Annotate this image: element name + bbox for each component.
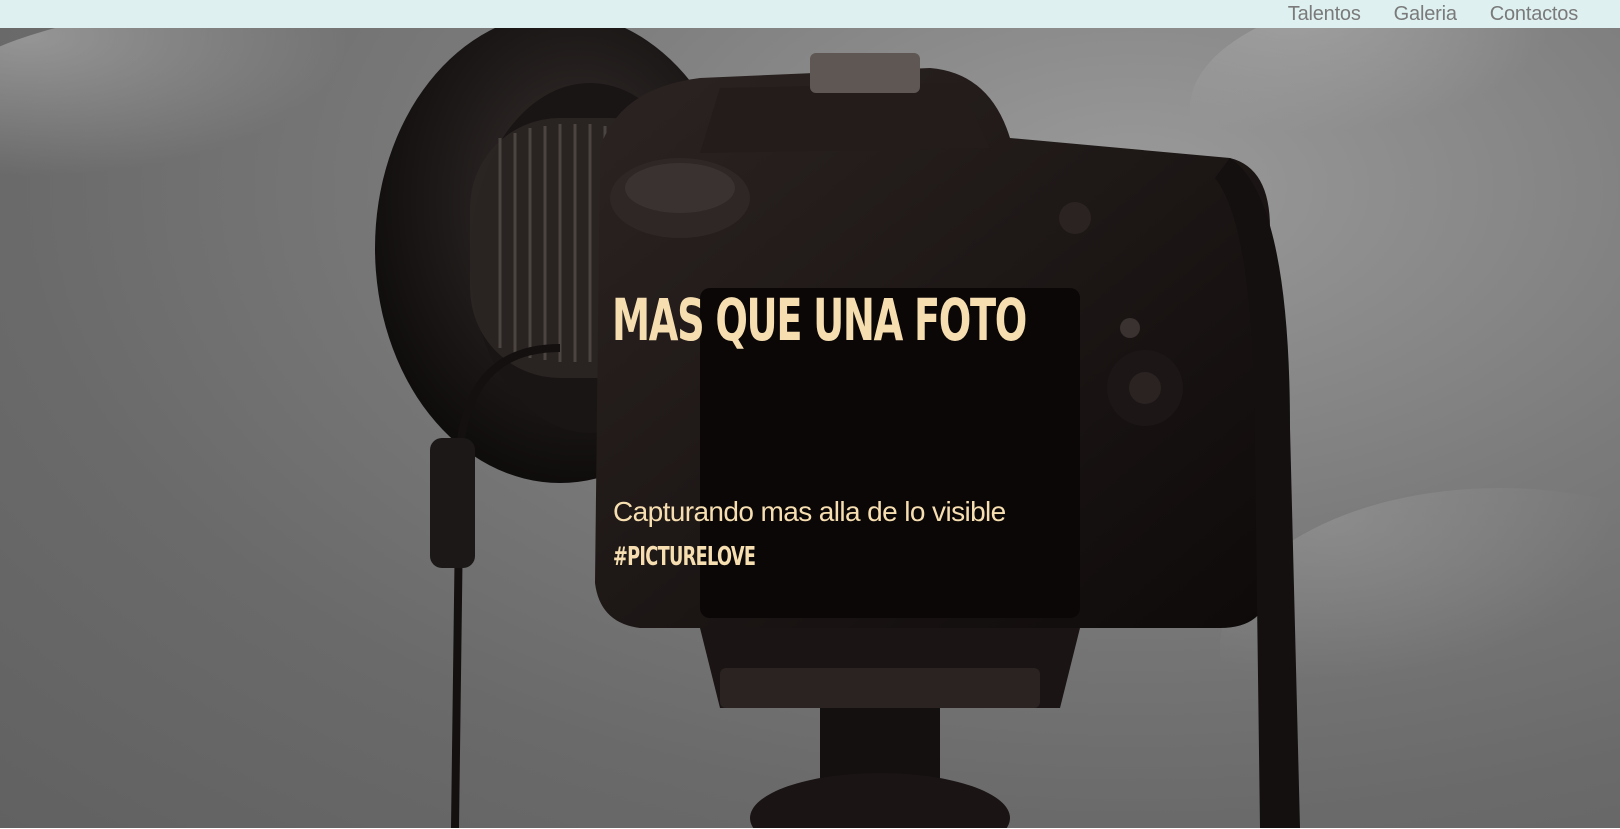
hero-section: MAS QUE UNA FOTO Capturando mas alla de … xyxy=(0,28,1620,828)
hero-subtitle: Capturando mas alla de lo visible xyxy=(613,496,1006,527)
nav-link-contactos[interactable]: Contactos xyxy=(1490,3,1578,26)
main-nav: Talentos Galeria Contactos xyxy=(1288,0,1578,28)
top-navbar: Talentos Galeria Contactos xyxy=(0,0,1620,28)
hero-camera-image xyxy=(0,28,1620,828)
hero-hashtag: #PICTURELOVE xyxy=(613,542,756,572)
nav-link-talentos[interactable]: Talentos xyxy=(1288,3,1361,26)
hero-headline: MAS QUE UNA FOTO xyxy=(612,286,1027,354)
nav-link-galeria[interactable]: Galeria xyxy=(1394,3,1457,26)
